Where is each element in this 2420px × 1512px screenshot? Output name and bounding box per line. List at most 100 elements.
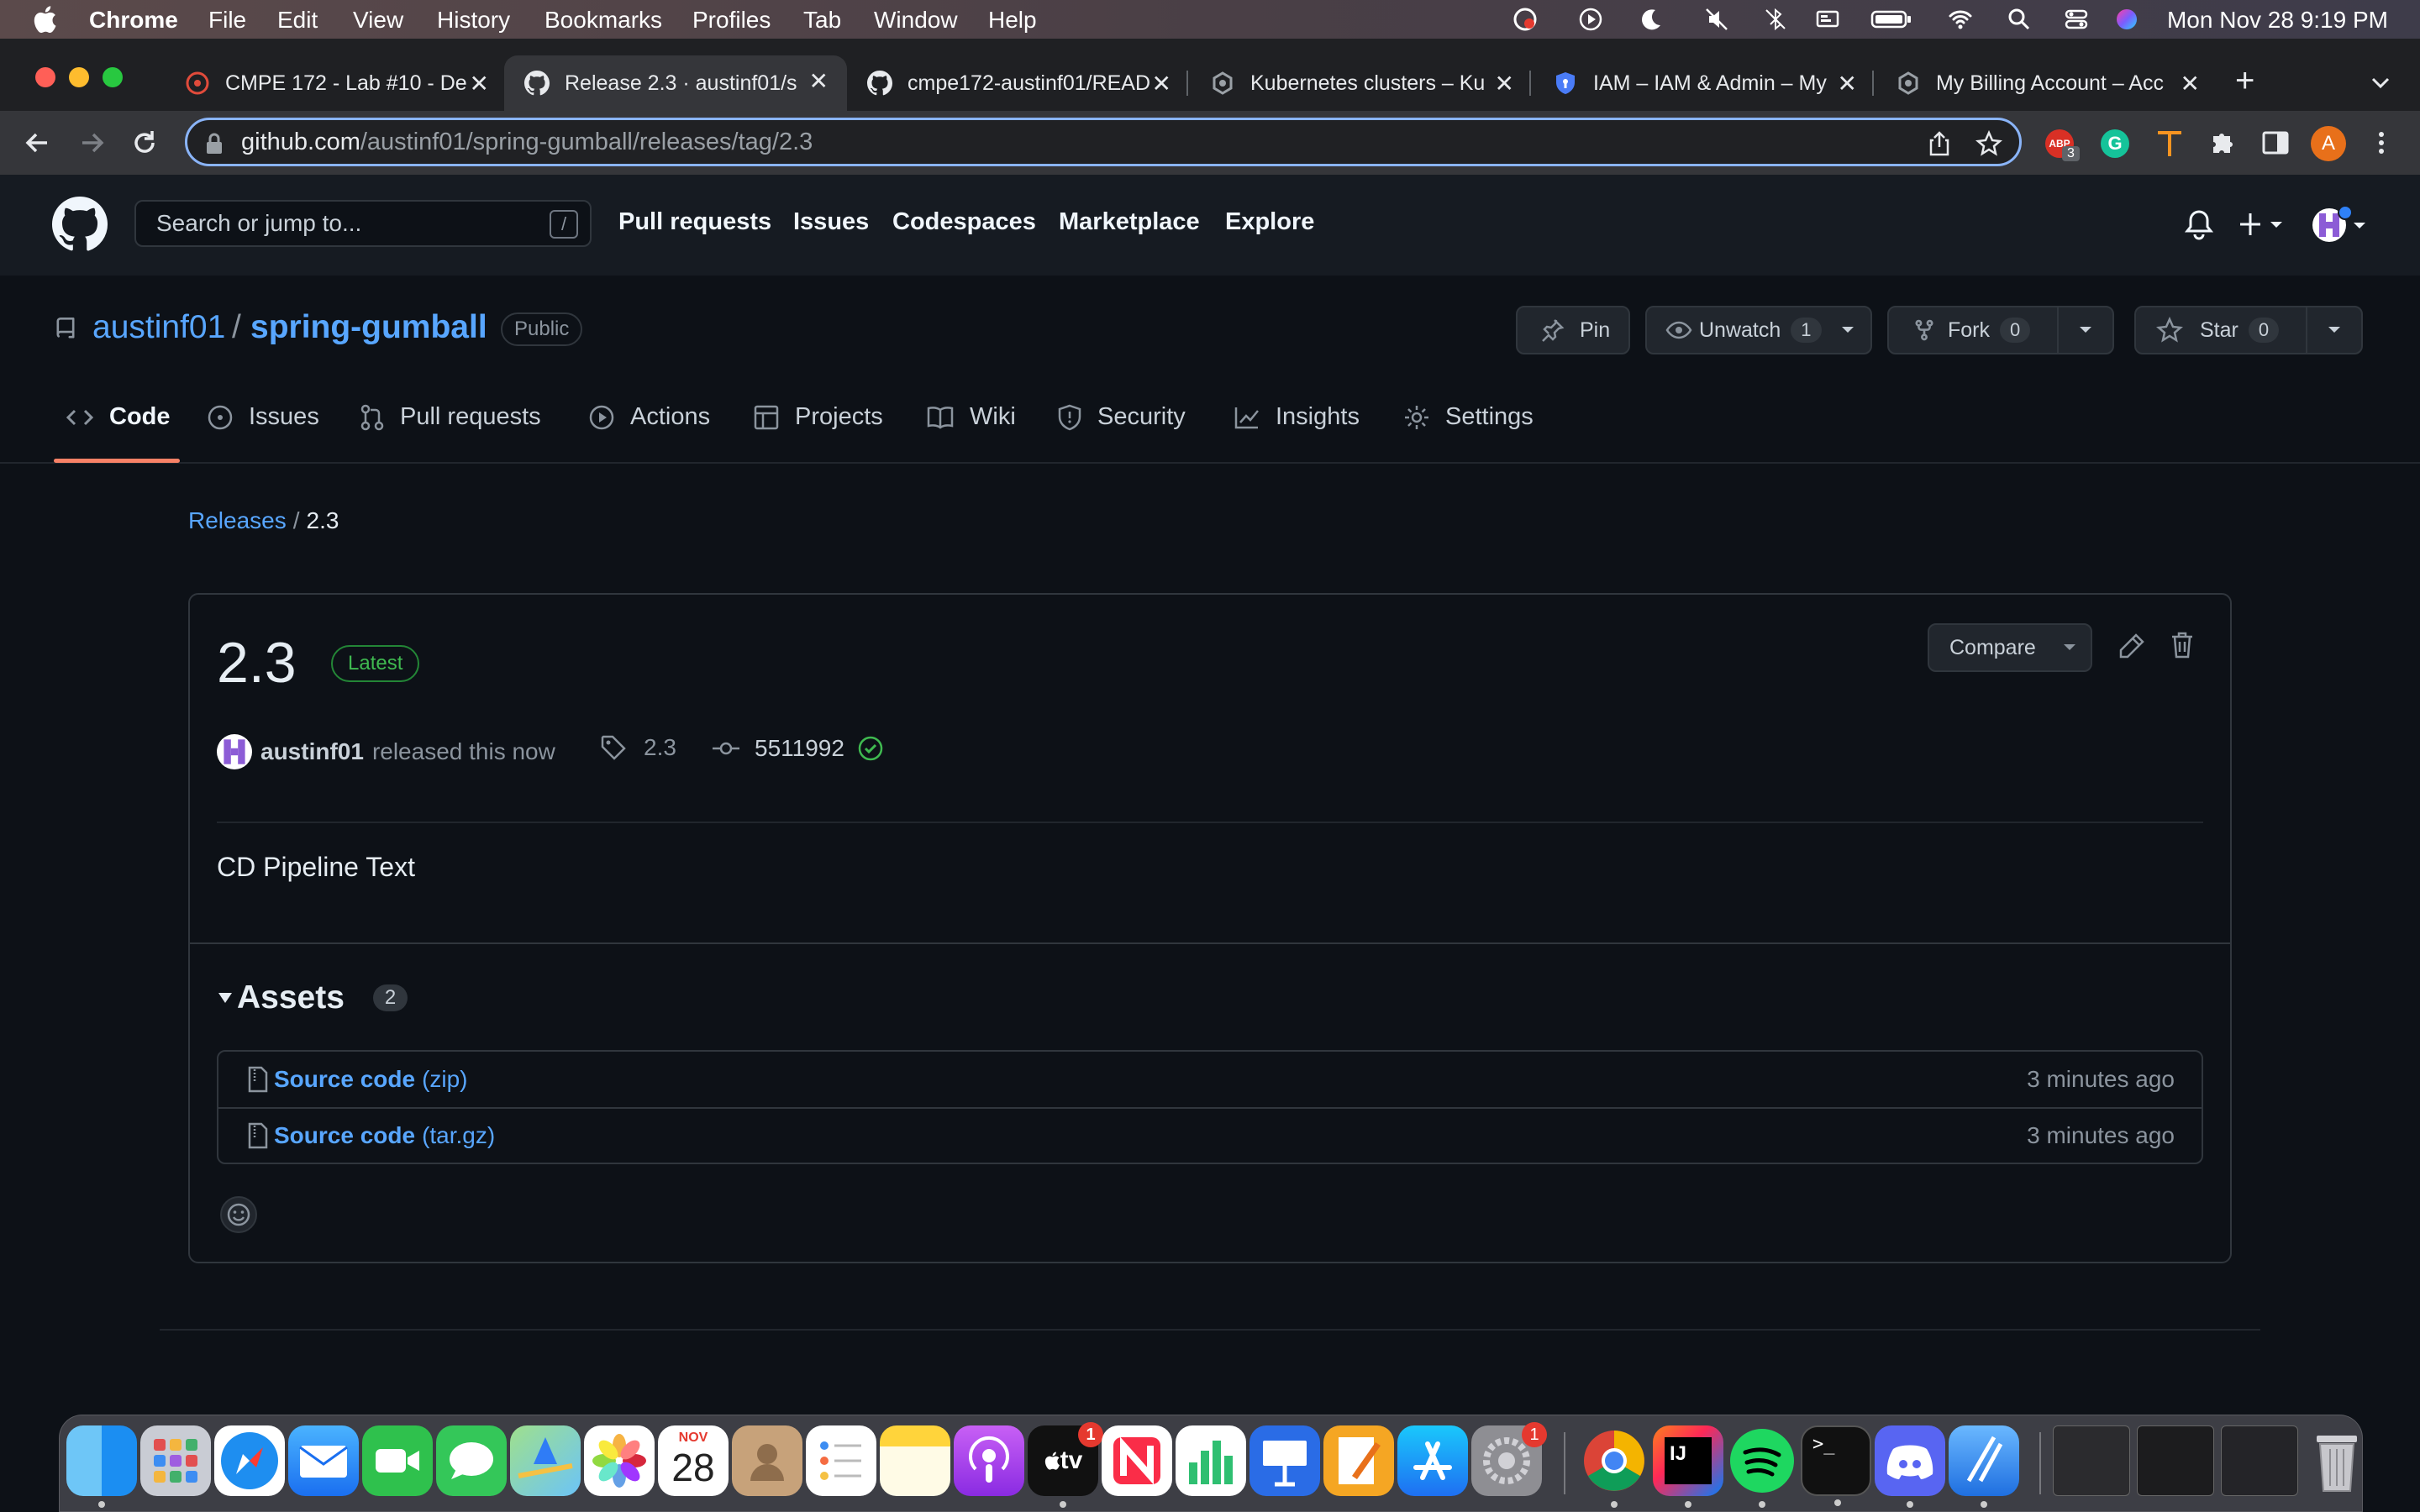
creative-cloud-icon[interactable]	[1512, 7, 1538, 32]
system-settings-icon[interactable]: 1	[1471, 1422, 1547, 1496]
author-avatar[interactable]	[217, 734, 252, 769]
photos-icon[interactable]	[584, 1425, 655, 1496]
profile-avatar[interactable]: A	[2311, 126, 2346, 161]
nav-marketplace[interactable]: Marketplace	[1059, 208, 1200, 236]
menu-tab[interactable]: Tab	[803, 7, 841, 34]
tab-billing[interactable]: My Billing Account – Acc ✕	[1876, 59, 2218, 108]
delete-trash-icon[interactable]	[2170, 630, 2195, 660]
asset-name[interactable]: Source code	[274, 1066, 415, 1093]
new-tab-button[interactable]: +	[2235, 62, 2254, 100]
nav-explore[interactable]: Explore	[1225, 208, 1314, 236]
tab-issues[interactable]: Issues	[207, 403, 319, 431]
window-close-button[interactable]	[35, 67, 55, 87]
tab-close-icon[interactable]: ✕	[1838, 70, 1857, 97]
facetime-icon[interactable]	[362, 1425, 433, 1496]
unwatch-button[interactable]: Unwatch 1	[1645, 306, 1872, 354]
spotlight-search-icon[interactable]	[2007, 7, 2032, 32]
focus-moon-icon[interactable]	[1639, 7, 1664, 32]
app-name[interactable]: Chrome	[89, 7, 178, 34]
forward-arrow-icon[interactable]	[77, 128, 108, 158]
notifications-bell-icon[interactable]	[2185, 208, 2213, 240]
create-new-plus-icon[interactable]	[2240, 212, 2287, 237]
bluetooth-off-icon[interactable]	[1763, 7, 1788, 32]
mail-icon[interactable]	[288, 1425, 359, 1496]
contacts-icon[interactable]	[732, 1425, 802, 1496]
tab-close-icon[interactable]: ✕	[2181, 70, 2200, 97]
tab-wiki[interactable]: Wiki	[926, 403, 1016, 431]
tab-close-icon[interactable]: ✕	[470, 70, 489, 97]
tab-canvas-lab[interactable]: CMPE 172 - Lab #10 - De ✕	[165, 59, 508, 108]
menu-file[interactable]: File	[208, 7, 246, 34]
search-input[interactable]: Search or jump to... /	[134, 200, 592, 247]
minimized-window-thumbnail[interactable]	[2053, 1425, 2130, 1496]
maps-icon[interactable]	[510, 1425, 581, 1496]
verified-check-icon[interactable]	[856, 734, 885, 763]
user-menu-caret-icon[interactable]	[2353, 222, 2366, 230]
spotify-icon[interactable]	[1727, 1425, 1797, 1508]
tab-security[interactable]: Security	[1057, 403, 1186, 431]
tab-code[interactable]: Code	[66, 403, 171, 431]
wifi-icon[interactable]	[1948, 7, 1973, 32]
numbers-icon[interactable]	[1176, 1425, 1246, 1496]
address-bar[interactable]: github.com/austinf01/spring-gumball/rele…	[185, 118, 2022, 166]
reload-icon[interactable]	[129, 128, 160, 158]
menu-edit[interactable]: Edit	[277, 7, 318, 34]
nav-codespaces[interactable]: Codespaces	[892, 208, 1036, 236]
podcasts-icon[interactable]	[954, 1425, 1024, 1496]
release-author-link[interactable]: austinf01	[260, 738, 364, 765]
launchpad-icon[interactable]	[140, 1425, 211, 1496]
asset-name[interactable]: Source code	[274, 1122, 415, 1149]
apple-tv-icon[interactable]: tv 1	[1028, 1422, 1103, 1508]
nav-pull-requests[interactable]: Pull requests	[618, 208, 771, 236]
pin-extension-icon[interactable]	[2154, 128, 2185, 160]
window-zoom-button[interactable]	[103, 67, 123, 87]
pin-button[interactable]: Pin	[1516, 306, 1630, 354]
star-button[interactable]: Star 0	[2134, 306, 2307, 354]
nav-issues[interactable]: Issues	[793, 208, 869, 236]
tab-actions[interactable]: Actions	[588, 403, 710, 431]
control-center-icon[interactable]	[2064, 7, 2089, 32]
trash-icon[interactable]	[2312, 1425, 2362, 1496]
grammarly-extension-icon[interactable]: G	[2101, 129, 2129, 158]
xcode-icon[interactable]	[1949, 1425, 2019, 1508]
side-panel-icon[interactable]	[2260, 128, 2291, 158]
asset-ext[interactable]: (tar.gz)	[422, 1122, 495, 1149]
assets-toggle[interactable]: Assets 2	[217, 979, 408, 1016]
tab-settings[interactable]: Settings	[1403, 403, 1534, 431]
fork-dropdown-button[interactable]	[2057, 306, 2114, 354]
menu-help[interactable]: Help	[988, 7, 1037, 34]
reminders-icon[interactable]	[806, 1425, 876, 1496]
share-icon[interactable]	[1927, 130, 1952, 157]
intellij-icon[interactable]: IJ	[1653, 1425, 1723, 1508]
menu-history[interactable]: History	[437, 7, 510, 34]
minimized-window-thumbnail[interactable]	[2137, 1425, 2214, 1496]
breadcrumb-releases-link[interactable]: Releases	[188, 507, 287, 533]
app-store-icon[interactable]	[1397, 1425, 1468, 1496]
safari-icon[interactable]	[214, 1425, 285, 1496]
display-icon[interactable]	[1815, 7, 1840, 32]
asset-row[interactable]: Source code (zip) 3 minutes ago	[218, 1052, 2202, 1107]
chrome-icon[interactable]	[1579, 1425, 1649, 1508]
tab-iam[interactable]: IAM – IAM & Admin – My ✕	[1533, 59, 1876, 108]
apple-menu-icon[interactable]	[32, 5, 57, 34]
tab-projects[interactable]: Projects	[753, 403, 883, 431]
lock-icon[interactable]	[204, 132, 224, 155]
release-tag-link[interactable]: 2.3	[600, 734, 676, 761]
tab-kubernetes[interactable]: Kubernetes clusters – Ku ✕	[1190, 59, 1533, 108]
menu-bookmarks[interactable]: Bookmarks	[544, 7, 662, 34]
tab-readme[interactable]: cmpe172-austinf01/READ ✕	[847, 59, 1190, 108]
notes-icon[interactable]	[880, 1425, 950, 1496]
back-arrow-icon[interactable]	[22, 128, 52, 158]
star-dropdown-button[interactable]	[2306, 306, 2363, 354]
siri-icon[interactable]	[2114, 7, 2139, 32]
tab-pull-requests[interactable]: Pull requests	[360, 403, 541, 431]
github-logo-icon[interactable]	[52, 197, 108, 252]
tab-insights[interactable]: Insights	[1234, 403, 1360, 431]
compare-button[interactable]: Compare	[1928, 623, 2092, 672]
tab-close-icon[interactable]: ✕	[1495, 70, 1514, 97]
release-commit-link[interactable]: 5511992	[711, 734, 885, 763]
bookmark-star-icon[interactable]	[1975, 130, 2002, 157]
news-icon[interactable]	[1102, 1425, 1172, 1496]
calendar-icon[interactable]: NOV 28	[658, 1425, 729, 1496]
tab-search-chevron-icon[interactable]	[2370, 74, 2391, 91]
